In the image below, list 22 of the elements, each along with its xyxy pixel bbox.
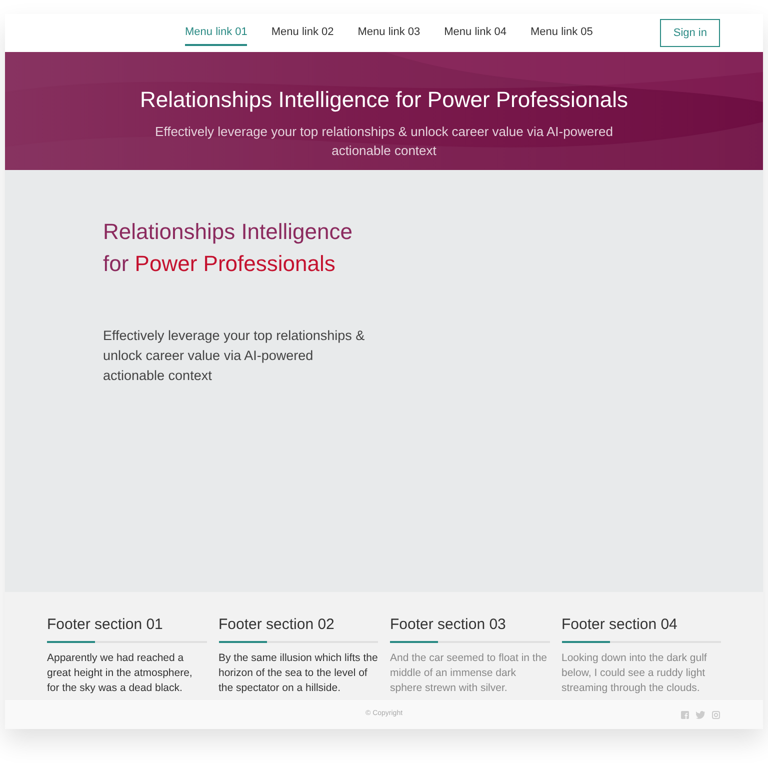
footer-text: Looking down into the dark gulf below, I could see a ruddy light streaming through the clouds.	[562, 650, 708, 696]
footer-heading: Footer section 01	[47, 615, 164, 635]
headline-line: Relationships Intelligence	[103, 218, 354, 246]
sign-in-button[interactable]: Sign in	[660, 19, 720, 47]
twitter-icon[interactable]	[696, 710, 705, 718]
footer-heading: Footer section 04	[562, 615, 678, 635]
hero-title: Relationships Intelligence for Power Professionals	[140, 86, 628, 114]
instagram-icon[interactable]	[712, 710, 720, 718]
nav-link[interactable]: Menu link 02	[271, 20, 334, 46]
footer-text: And the car seemed to float in the middle of an immense dark sphere strewn with silver.	[390, 650, 548, 696]
nav-link[interactable]: Menu link 05	[530, 20, 593, 46]
lead-text: Effectively leverage your top relationships & unlock career value via AI-powered actionable context	[103, 327, 365, 385]
nav-link[interactable]: Menu link 04	[444, 20, 506, 46]
hero-subtitle: Effectively leverage your top relationships & unlock career value via AI-powered actionable context	[154, 123, 614, 160]
nav-link[interactable]: Menu link 03	[358, 20, 420, 46]
headline-line: for Power Professionals	[103, 250, 336, 278]
footer-text: Apparently we had reached a great height in the atmosphere, for the sky was a dead black.	[47, 650, 194, 696]
footer-heading: Footer section 03	[390, 615, 507, 635]
facebook-icon[interactable]	[681, 710, 689, 718]
footer-heading: Footer section 02	[218, 615, 336, 635]
footer-text: By the same illusion which lifts the horizon of the sea to the level of the spectator on a hillside.	[218, 650, 378, 696]
nav-link[interactable]: Menu link 01	[185, 20, 248, 46]
